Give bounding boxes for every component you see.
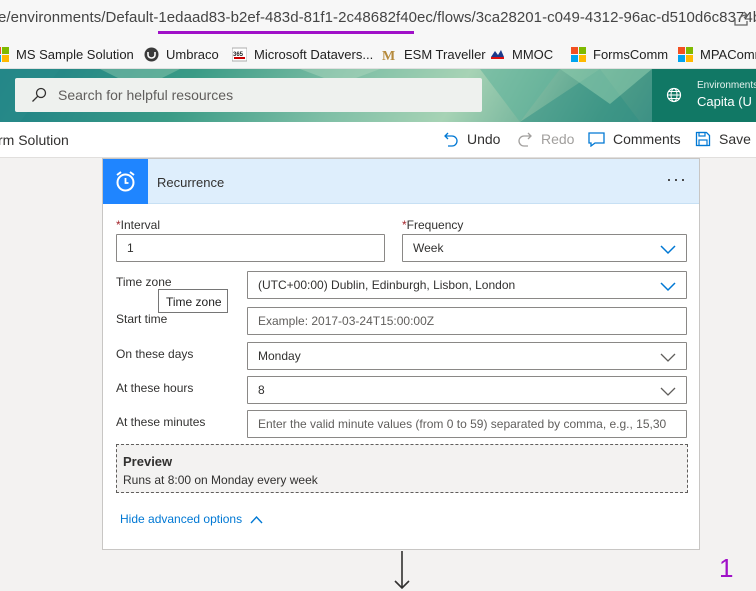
days-dropdown[interactable]: Monday — [247, 342, 687, 370]
trigger-icon-box — [103, 159, 148, 204]
mmoc-logo-icon — [491, 49, 504, 59]
save-button[interactable]: Save — [695, 131, 751, 147]
hours-dropdown[interactable]: 8 — [247, 376, 687, 404]
undo-icon — [444, 132, 458, 147]
card-header[interactable]: Recurrence ··· — [103, 159, 699, 204]
chevron-down-icon — [660, 282, 676, 292]
redo-icon — [518, 132, 532, 147]
search-box[interactable]: Search for helpful resources — [15, 78, 482, 112]
bookmark-mmoc[interactable]: MMOC — [490, 45, 553, 63]
alarm-clock-icon — [116, 171, 135, 192]
start-time-input[interactable]: Example: 2017-03-24T15:00:00Z — [247, 307, 687, 335]
bookmark-label: Microsoft Datavers... — [254, 46, 374, 62]
bookmark-ms-sample-solution[interactable]: MS Sample Solution — [0, 45, 134, 63]
minutes-input[interactable]: Enter the valid minute values (from 0 to… — [247, 410, 687, 438]
frequency-value: Week — [413, 241, 444, 255]
search-icon — [32, 87, 47, 102]
undo-label: Undo — [467, 131, 501, 147]
chevron-down-icon — [660, 387, 676, 396]
preview-box: Preview Runs at 8:00 on Monday every wee… — [116, 444, 688, 493]
interval-label: *Interval — [116, 218, 160, 232]
redo-button[interactable]: Redo — [517, 131, 574, 147]
preview-text: Runs at 8:00 on Monday every week — [123, 473, 318, 487]
interval-label-text: Interval — [120, 218, 161, 232]
days-label: On these days — [116, 347, 194, 361]
comments-label: Comments — [613, 131, 681, 147]
days-value: Monday — [258, 349, 301, 363]
bookmark-microsoft-dataverse[interactable]: 365 Microsoft Datavers... — [232, 45, 373, 63]
bookmark-mpacomm[interactable]: MPAComm — [678, 45, 756, 63]
microsoft-logo-icon — [678, 46, 693, 62]
bookmark-label: MMOC — [512, 46, 554, 62]
bookmark-formscomm[interactable]: FormsComm — [571, 45, 668, 63]
bookmark-label: FormsComm — [593, 46, 669, 62]
chevron-down-icon — [660, 245, 676, 255]
dynamics365-logo-icon: 365 — [232, 47, 247, 61]
start-time-label: Start time — [116, 312, 168, 326]
bookmarks-bar: MS Sample Solution Umbraco 365 Microsoft… — [0, 38, 756, 69]
url-text[interactable]: e/environments/Default-1edaad83-b2ef-483… — [0, 9, 756, 26]
comments-button[interactable]: Comments — [588, 131, 681, 147]
esm-logo-icon: M — [382, 49, 395, 62]
bookmark-esm-traveller[interactable]: M ESM Traveller — [382, 45, 486, 63]
share-icon[interactable] — [732, 10, 750, 28]
hide-advanced-label: Hide advanced options — [120, 512, 243, 526]
interval-value: 1 — [127, 241, 134, 255]
save-label: Save — [719, 131, 751, 147]
frequency-label: *Frequency — [402, 218, 463, 232]
bookmark-umbraco[interactable]: Umbraco — [144, 45, 219, 63]
connector-arrow-icon — [394, 551, 410, 590]
start-time-placeholder: Example: 2017-03-24T15:00:00Z — [258, 314, 435, 328]
flow-title: rm Solution — [0, 132, 69, 148]
timezone-dropdown[interactable]: (UTC+00:00) Dublin, Edinburgh, Lisbon, L… — [247, 271, 687, 299]
bookmark-label: ESM Traveller — [404, 46, 486, 62]
chevron-up-icon — [250, 515, 263, 523]
svg-text:M: M — [382, 49, 395, 62]
chevron-down-icon — [660, 353, 676, 362]
redo-label: Redo — [541, 131, 575, 147]
card-title: Recurrence — [157, 175, 225, 190]
microsoft-logo-icon — [571, 46, 586, 62]
comment-icon — [588, 132, 605, 147]
search-placeholder: Search for helpful resources — [58, 87, 234, 103]
undo-button[interactable]: Undo — [443, 131, 500, 147]
environment-name: Capita (U — [697, 94, 752, 109]
command-bar: rm Solution Undo Redo Comments Save — [0, 122, 756, 158]
bookmark-label: MPAComm — [700, 46, 756, 62]
hide-advanced-options-link[interactable]: Hide advanced options — [120, 512, 263, 526]
microsoft-logo-icon — [0, 46, 9, 62]
environment-picker[interactable]: Environments Capita (U — [652, 69, 756, 122]
bookmark-label: MS Sample Solution — [16, 46, 134, 62]
globe-icon — [666, 87, 682, 103]
umbraco-logo-icon — [144, 47, 159, 61]
minutes-placeholder: Enter the valid minute values (from 0 to… — [258, 417, 667, 431]
timezone-tooltip: Time zone — [158, 289, 228, 313]
url-highlight-underline — [158, 31, 414, 34]
frequency-dropdown[interactable]: Week — [402, 234, 687, 262]
frequency-label-text: Frequency — [406, 218, 464, 232]
hours-label: At these hours — [116, 381, 194, 395]
more-options-button[interactable]: ··· — [666, 169, 687, 190]
step-number-annotation: 1 — [719, 553, 734, 583]
timezone-value: (UTC+00:00) Dublin, Edinburgh, Lisbon, L… — [258, 278, 516, 292]
preview-title: Preview — [123, 454, 173, 469]
interval-input[interactable]: 1 — [116, 234, 385, 262]
timezone-label: Time zone — [116, 275, 172, 289]
bookmark-label: Umbraco — [166, 46, 219, 62]
minutes-label: At these minutes — [116, 415, 206, 429]
address-bar[interactable]: e/environments/Default-1edaad83-b2ef-483… — [0, 0, 756, 38]
hours-value: 8 — [258, 383, 265, 397]
save-icon — [695, 131, 711, 147]
environment-label: Environments — [697, 80, 756, 91]
